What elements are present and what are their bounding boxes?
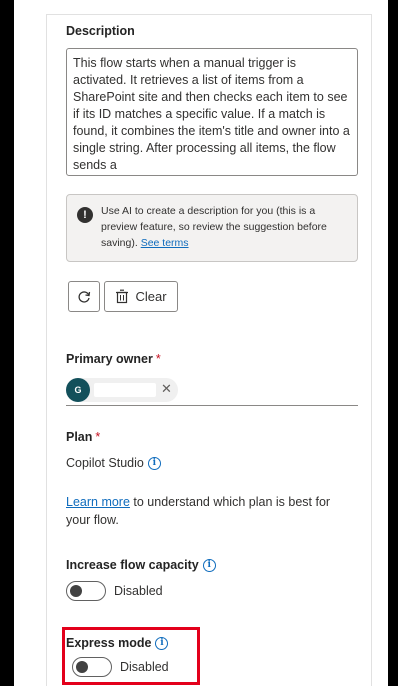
required-marker: * [155,352,161,366]
trash-icon [116,289,129,304]
ai-notice-text: Use AI to create a description for you (… [101,205,327,249]
plan-value-text: Copilot Studio [66,456,144,470]
flow-capacity-label: Increase flow capacity i [66,558,216,572]
owner-name-redacted [94,383,156,397]
required-marker: * [95,430,101,444]
flow-capacity-toggle-row: Disabled [66,581,163,601]
avatar: G [66,378,90,402]
clear-button[interactable]: Clear [104,281,178,312]
primary-owner-picker[interactable]: G ✕ [66,374,358,406]
owner-chip: G ✕ [66,378,178,402]
plan-label: Plan * [66,430,100,444]
info-filled-icon: ! [77,207,93,223]
toggle-knob [70,585,82,597]
primary-owner-label-text: Primary owner [66,352,153,366]
description-label: Description [66,24,135,38]
plan-value: Copilot Studio i [66,456,161,470]
info-icon[interactable]: i [147,456,161,470]
description-textarea[interactable]: This flow starts when a manual trigger i… [66,48,358,176]
regenerate-button[interactable] [68,281,100,312]
ai-description-notice: ! Use AI to create a description for you… [66,194,358,262]
learn-more-link[interactable]: Learn more [66,495,130,509]
flow-capacity-label-text: Increase flow capacity [66,558,199,572]
info-icon[interactable]: i [202,558,216,572]
window-frame-right [388,0,398,686]
learn-more-text: Learn more to understand which plan is b… [66,493,356,529]
clear-button-label: Clear [135,289,167,304]
plan-label-text: Plan [66,430,93,444]
see-terms-link[interactable]: See terms [141,237,189,249]
refresh-icon [78,290,91,303]
window-frame-left [0,0,14,686]
flow-capacity-toggle[interactable] [66,581,106,601]
flow-capacity-state: Disabled [114,584,163,598]
primary-owner-label: Primary owner * [66,352,161,366]
express-mode-highlight-box [62,627,200,685]
remove-owner-icon[interactable]: ✕ [161,381,172,397]
